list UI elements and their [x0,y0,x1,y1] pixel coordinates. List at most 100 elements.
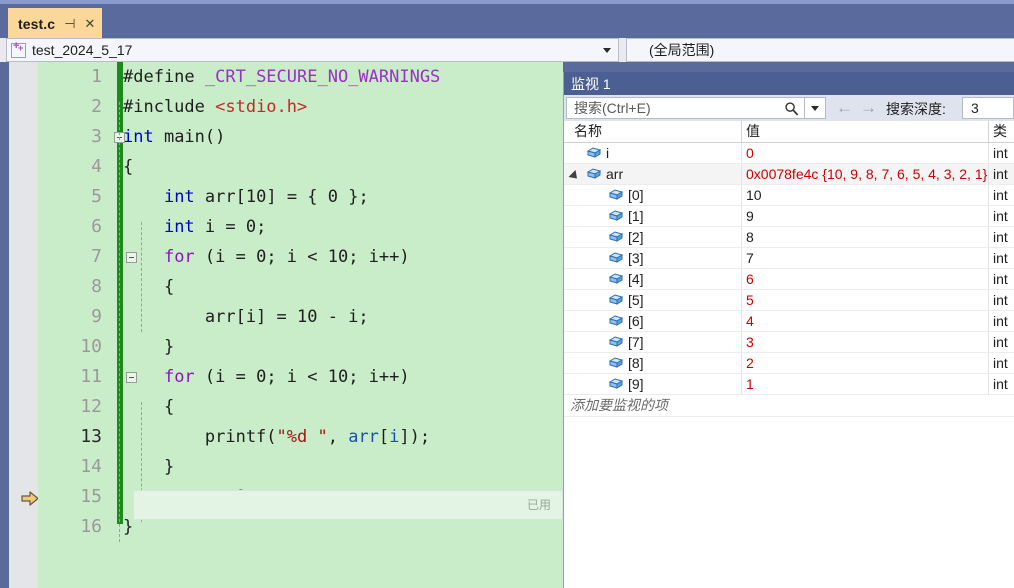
line-number: 13 [80,426,102,447]
project-selector-dropdown[interactable]: test_2024_5_17 [6,38,619,62]
column-divider[interactable] [741,121,742,142]
watch-row[interactable]: [2] 8 int [564,227,1014,248]
variable-name: [8] [628,355,644,371]
watch-row[interactable]: [9] 1 int [564,374,1014,395]
search-depth-input[interactable] [969,99,1011,117]
row-column-divider [988,374,989,394]
variable-name: [0] [628,187,644,203]
code-line: for (i = 0; i < 10; i++) [123,362,410,392]
row-column-divider [741,332,742,352]
variable-value[interactable]: 10 [746,185,762,205]
watch-row[interactable]: [0] 10 int [564,185,1014,206]
column-header[interactable]: 类型 [993,121,1014,160]
search-depth-field[interactable] [962,97,1014,119]
expand-collapse-icon[interactable] [568,169,581,183]
column-divider[interactable] [988,121,989,142]
row-column-divider [988,227,989,247]
breakpoint-gutter[interactable] [9,62,39,588]
project-name-label: test_2024_5_17 [32,42,133,58]
variable-value[interactable]: 6 [746,269,754,289]
code-line: int i = 0; [123,212,266,242]
variable-type: int [993,208,1008,224]
variable-name: arr [606,166,624,182]
code-fold-toggle[interactable] [126,372,137,383]
search-box[interactable] [566,97,826,119]
watch-row[interactable]: [8] 2 int [564,353,1014,374]
execution-pointer-arrow [21,491,39,506]
watch-row[interactable]: i 0 int [564,143,1014,164]
code-fold-toggle[interactable] [126,252,137,263]
row-column-divider [988,311,989,331]
variable-type: int [993,313,1008,329]
variable-value[interactable]: 2 [746,353,754,373]
navigation-bar: test_2024_5_17 (全局范围) [0,38,1014,62]
pin-icon[interactable]: ⊣ [64,17,75,30]
code-line: printf("%d ", arr[i]); [123,422,430,452]
scope-selector-dropdown[interactable]: (全局范围) [626,38,1014,62]
watch-variable-list[interactable]: i 0 int arr 0x0078fe4c {10, 9, 8, 7, 6, 5, 4… [564,143,1014,588]
line-number: 2 [91,96,102,117]
watch-column-headers: 名称 值 类型 [564,121,1014,160]
add-watch-row[interactable]: 添加要监视的项 [564,395,1014,417]
watch-row[interactable]: arr 0x0078fe4c {10, 9, 8, 7, 6, 5, 4, 3, … [564,164,1014,185]
code-editor[interactable]: 1 2 3 4 5 6 7 8 9 10 11 12 13 14 15 16 #define _CRT_SEC… [0,62,563,588]
watch-row[interactable]: [6] 4 int [564,311,1014,332]
variable-type: int [993,250,1008,266]
watch-row[interactable]: [7] 3 int [564,332,1014,353]
variable-value[interactable]: 1 [746,374,754,394]
search-options-dropdown[interactable] [804,98,825,118]
variable-value[interactable]: 0 [746,143,754,163]
variable-cube-icon [608,315,624,326]
variable-cube-icon [608,189,624,200]
variable-type: int [993,187,1008,203]
row-column-divider [741,185,742,205]
project-icon [11,40,26,58]
line-number: 4 [91,156,102,177]
chevron-down-icon[interactable] [603,48,611,53]
search-next-icon[interactable]: → [860,99,877,117]
line-number: 14 [80,456,102,477]
column-header[interactable]: 名称 [574,121,602,142]
row-column-divider [988,185,989,205]
code-line: { [123,392,174,422]
code-token: _CRT_SECURE_NO_WARNINGS [204,67,441,87]
scope-label: (全局范围) [649,42,715,58]
variable-value[interactable]: 9 [746,206,754,226]
code-line: int main() [123,122,225,152]
watch-row[interactable]: [1] 9 int [564,206,1014,227]
variable-value[interactable]: 0x0078fe4c {10, 9, 8, 7, 6, 5, 4, 3, 2, … [746,164,987,184]
variable-name: [1] [628,208,644,224]
variable-type: int [993,271,1008,287]
watch-row[interactable]: [5] 5 int [564,290,1014,311]
code-line: int arr[10] = { 0 }; [123,182,369,212]
tab-test-c[interactable]: test.c ⊣ ✕ [8,8,103,38]
variable-value[interactable]: 8 [746,227,754,247]
search-input[interactable] [572,99,794,117]
watch-row[interactable]: [4] 6 int [564,269,1014,290]
variable-type: int [993,334,1008,350]
code-token: 10 [245,187,267,207]
line-number: 12 [80,396,102,417]
row-column-divider [741,227,742,247]
variable-value[interactable]: 3 [746,332,754,352]
code-token: (i = 0; i < 10; i++) [194,247,410,267]
variable-cube-icon [608,378,624,389]
watch-row[interactable]: [3] 7 int [564,248,1014,269]
close-icon[interactable]: ✕ [85,17,96,30]
code-token: i = [194,217,246,237]
watch-window-title: 监视 1 [564,72,1014,95]
variable-value[interactable]: 5 [746,290,754,310]
row-column-divider [988,269,989,289]
variable-cube-icon [608,252,624,263]
variable-cube-icon [586,168,602,179]
variable-value[interactable]: 7 [746,248,754,268]
column-header[interactable]: 值 [746,121,760,142]
line-number: 16 [80,516,102,537]
variable-value[interactable]: 4 [746,311,754,331]
search-previous-icon[interactable]: ← [836,99,853,117]
variable-cube-icon [608,210,624,221]
code-token: }; [338,187,369,207]
search-icon[interactable] [784,101,799,116]
